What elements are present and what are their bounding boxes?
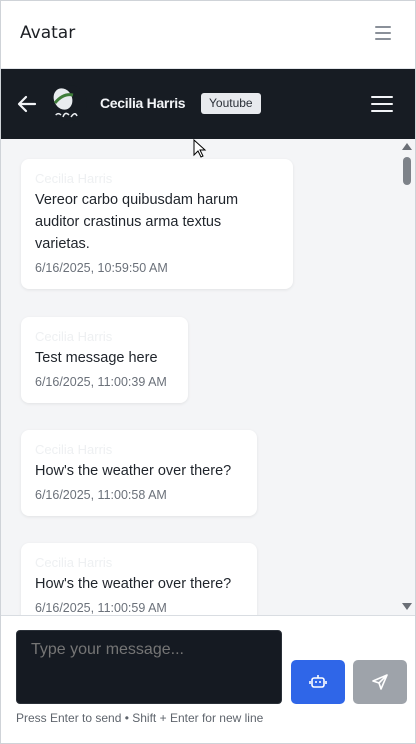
arrow-left-icon[interactable] xyxy=(15,92,39,116)
message-bubble: Cecilia Harris Test message here 6/16/20… xyxy=(21,317,188,403)
contact-name: Cecilia Harris xyxy=(100,95,186,111)
message-text: How's the weather over there? xyxy=(35,463,232,479)
send-icon xyxy=(372,674,388,690)
message-timestamp: 6/16/2025, 11:00:58 AM xyxy=(35,488,167,502)
scrollbar-thumb[interactable] xyxy=(403,157,411,185)
message-timestamp: 6/16/2025, 11:00:59 AM xyxy=(35,601,167,615)
message-sender: Cecilia Harris xyxy=(35,329,113,344)
scroll-up-icon[interactable] xyxy=(402,143,412,150)
message-bubble: Cecilia Harris How's the weather over th… xyxy=(21,430,257,516)
message-list[interactable]: Cecilia Harris Vereor carbo quibusdam ha… xyxy=(1,139,415,615)
avatar[interactable] xyxy=(51,85,87,121)
message-timestamp: 6/16/2025, 10:59:50 AM xyxy=(35,261,168,275)
page-title: Avatar xyxy=(20,23,76,43)
hamburger-icon[interactable] xyxy=(371,96,393,112)
message-text: Vereor carbo quibusdam harum auditor cra… xyxy=(35,192,239,252)
message-input[interactable] xyxy=(16,630,282,704)
app-window: Avatar Cecilia Harris Youtube Cecilia Ha… xyxy=(0,0,416,744)
message-text: Test message here xyxy=(35,350,158,366)
composer: Press Enter to send • Shift + Enter for … xyxy=(1,615,415,743)
scrollbar[interactable] xyxy=(399,139,415,615)
message-timestamp: 6/16/2025, 11:00:39 AM xyxy=(35,375,167,389)
message-sender: Cecilia Harris xyxy=(35,442,113,457)
message-sender: Cecilia Harris xyxy=(35,171,113,186)
scroll-down-icon[interactable] xyxy=(402,603,412,610)
send-button[interactable] xyxy=(353,660,407,704)
chat-header: Cecilia Harris Youtube xyxy=(1,69,415,139)
message-sender: Cecilia Harris xyxy=(35,555,113,570)
robot-icon xyxy=(309,675,327,688)
top-bar: Avatar xyxy=(1,1,415,69)
ai-assist-button[interactable] xyxy=(291,660,345,704)
message-bubble: Cecilia Harris How's the weather over th… xyxy=(21,543,257,615)
message-bubble: Cecilia Harris Vereor carbo quibusdam ha… xyxy=(21,159,293,289)
composer-hint: Press Enter to send • Shift + Enter for … xyxy=(16,711,264,725)
menu-icon[interactable] xyxy=(375,26,391,40)
mouse-cursor-icon xyxy=(193,138,207,159)
platform-badge: Youtube xyxy=(201,93,261,114)
message-text: How's the weather over there? xyxy=(35,576,232,592)
